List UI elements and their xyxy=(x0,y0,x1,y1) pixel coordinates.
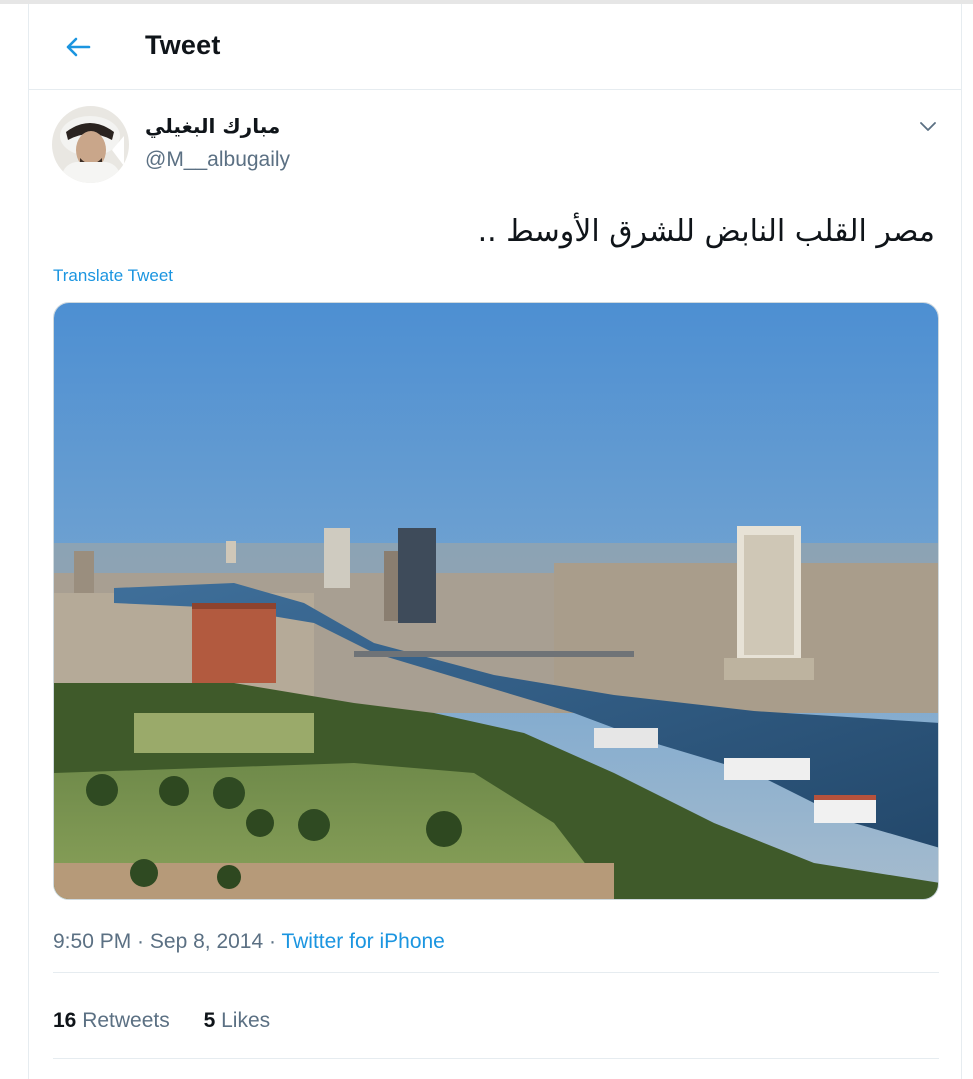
tweet-meta: 9:50 PM · Sep 8, 2014 · Twitter for iPho… xyxy=(53,930,445,954)
tweet-column: Tweet مبارك البغيلي @M__albugaily مصر ال… xyxy=(28,4,962,1079)
tweet-source-link[interactable]: Twitter for iPhone xyxy=(281,930,444,953)
arrow-left-icon xyxy=(66,37,91,57)
translate-tweet-link[interactable]: Translate Tweet xyxy=(53,266,173,286)
tweet-stats: 16 Retweets 5 Likes xyxy=(53,1009,298,1033)
author-name[interactable]: مبارك البغيلي xyxy=(145,114,280,138)
page-header: Tweet xyxy=(29,4,961,90)
meta-separator: · xyxy=(263,930,282,953)
tweet-date[interactable]: Sep 8, 2014 xyxy=(150,930,263,953)
more-options-button[interactable] xyxy=(913,112,943,142)
cairo-nile-skyline-photo xyxy=(54,303,938,899)
avatar[interactable] xyxy=(52,106,129,183)
retweets-count: 16 xyxy=(53,1009,77,1032)
author-handle[interactable]: @M__albugaily xyxy=(145,148,290,172)
tweet-photo[interactable] xyxy=(53,302,939,900)
divider xyxy=(53,1058,939,1059)
likes-label: Likes xyxy=(221,1009,271,1032)
likes-stat[interactable]: 5 Likes xyxy=(204,1009,271,1032)
chevron-down-icon xyxy=(920,122,936,131)
tweet-text: مصر القلب النابض للشرق الأوسط .. xyxy=(477,214,935,249)
meta-separator: · xyxy=(131,930,150,953)
retweets-label: Retweets xyxy=(82,1009,170,1032)
back-button[interactable] xyxy=(61,30,95,64)
likes-count: 5 xyxy=(203,1009,216,1032)
page-title: Tweet xyxy=(145,30,221,60)
retweets-stat[interactable]: 16 Retweets xyxy=(53,1009,170,1032)
tweet-time[interactable]: 9:50 PM xyxy=(53,930,131,953)
divider xyxy=(53,972,939,973)
